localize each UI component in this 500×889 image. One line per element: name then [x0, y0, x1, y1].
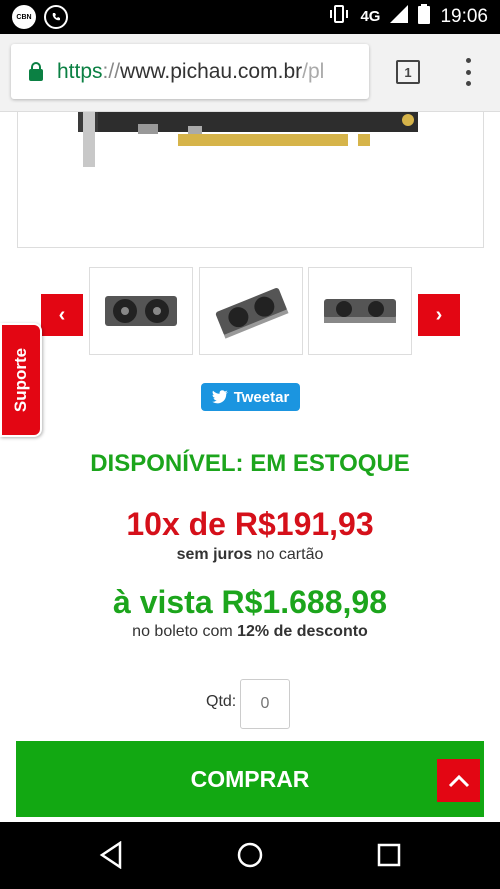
tweet-label: Tweetar	[233, 388, 290, 406]
installment-note: sem juros no cartão	[0, 546, 500, 564]
chevron-left-icon: ‹	[58, 303, 66, 326]
lock-icon	[29, 61, 43, 81]
product-main-image[interactable]	[17, 112, 484, 248]
graphics-card-thumb-image	[215, 288, 289, 339]
clock: 19:06	[440, 5, 488, 27]
gallery-thumbnail[interactable]	[308, 267, 412, 355]
vibrate-icon	[328, 4, 350, 29]
android-nav-bar	[0, 822, 500, 889]
url-text: https://www.pichau.com.br/pl	[57, 60, 324, 84]
chevron-up-icon	[448, 774, 469, 787]
graphics-card-image	[78, 112, 418, 167]
cash-discount-note: no boleto com 12% de desconto	[0, 623, 500, 641]
availability-status: DISPONÍVEL: EM ESTOQUE	[90, 450, 410, 477]
cash-note-prefix: no boleto com	[132, 623, 238, 640]
status-bar: CBN 4G 19:06	[0, 0, 500, 34]
graphics-card-thumb-image	[105, 296, 177, 326]
url-separator: ://	[102, 59, 121, 83]
gallery-prev-button[interactable]: ‹	[41, 294, 83, 336]
tab-switcher-button[interactable]: 1	[396, 60, 420, 84]
buy-label: COMPRAR	[190, 765, 310, 792]
installment-note-bold: sem juros	[176, 546, 253, 563]
url-scheme: https	[57, 59, 103, 83]
signal-icon	[390, 5, 409, 28]
whatsapp-icon	[44, 5, 68, 29]
cbn-badge-text: CBN	[16, 13, 32, 21]
cash-note-discount: 12% de desconto	[237, 623, 368, 640]
url-bar[interactable]: https://www.pichau.com.br/pl	[11, 44, 369, 99]
quantity-label: Qtd:	[206, 693, 237, 710]
url-path: /pl	[302, 59, 325, 83]
gallery-next-button[interactable]: ›	[418, 294, 460, 336]
tweet-button[interactable]: Tweetar	[201, 383, 300, 411]
tab-count: 1	[404, 64, 412, 80]
gallery-thumbnail[interactable]	[199, 267, 303, 355]
browser-toolbar: https://www.pichau.com.br/pl 1	[0, 34, 500, 112]
network-type: 4G	[360, 8, 381, 25]
chevron-right-icon: ›	[435, 303, 443, 326]
back-icon[interactable]	[96, 840, 126, 870]
installment-price: 10x de R$191,93	[126, 506, 374, 542]
installment-note-rest: no cartão	[252, 546, 324, 563]
url-host: www.pichau.com.br	[120, 59, 303, 83]
cbn-icon: CBN	[12, 5, 36, 29]
recent-apps-icon[interactable]	[374, 840, 404, 870]
overflow-menu-icon[interactable]	[464, 58, 472, 86]
support-label: Suporte	[11, 347, 31, 413]
support-tab[interactable]: Suporte	[0, 323, 42, 437]
gallery-thumbnail[interactable]	[89, 267, 193, 355]
quantity-input[interactable]	[240, 679, 290, 729]
home-icon[interactable]	[235, 840, 265, 870]
cash-price: à vista R$1.688,98	[113, 584, 387, 620]
twitter-bird-icon	[211, 390, 228, 404]
back-to-top-button[interactable]	[437, 759, 480, 802]
graphics-card-thumb-image	[324, 299, 396, 323]
battery-icon	[418, 4, 431, 29]
buy-button[interactable]: COMPRAR	[16, 741, 484, 817]
